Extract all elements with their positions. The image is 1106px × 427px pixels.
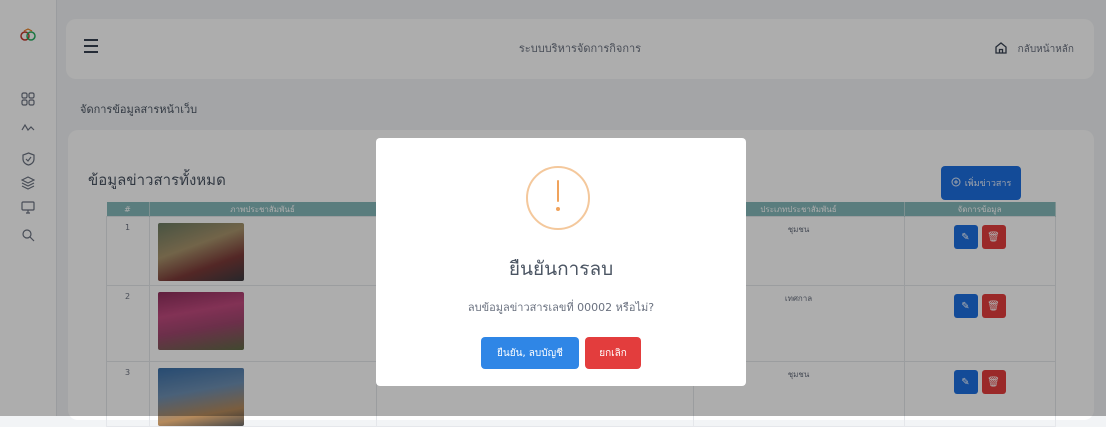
confirm-delete-button[interactable]: ยืนยัน, ลบบัญชี — [481, 337, 579, 369]
dialog-message: ลบข้อมูลข่าวสารเลขที่ 00002 หรือไม่? — [467, 301, 655, 314]
cancel-button[interactable]: ยกเลิก — [585, 337, 641, 369]
dialog-title: ยืนยันการลบ — [508, 258, 614, 280]
confirm-delete-dialog: ยืนยันการลบ ลบข้อมูลข่าวสารเลขที่ 00002 … — [376, 138, 746, 386]
warning-icon — [526, 166, 590, 230]
